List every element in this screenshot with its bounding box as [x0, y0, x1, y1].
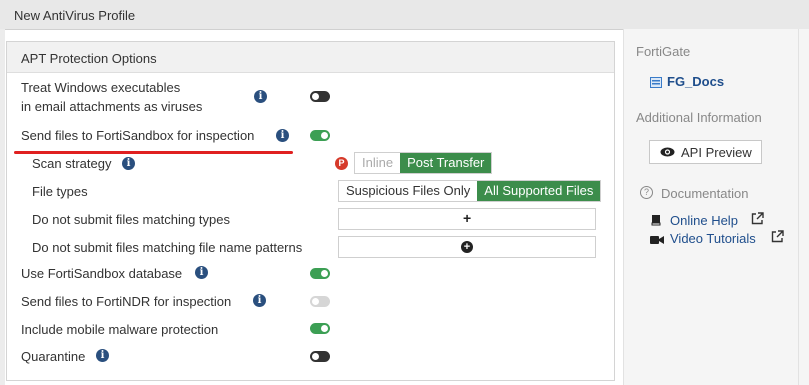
send-fortindr-toggle[interactable]: [310, 296, 330, 307]
add-circle-icon[interactable]: +: [461, 241, 473, 253]
device-name-link[interactable]: FG_Docs: [667, 74, 724, 89]
file-types-suspicious-option[interactable]: Suspicious Files Only: [339, 181, 478, 201]
no-submit-types-field[interactable]: +: [338, 208, 596, 230]
info-icon[interactable]: i: [254, 90, 267, 103]
sidebar-divider: [798, 29, 799, 385]
book-icon: [651, 214, 662, 229]
external-link-icon[interactable]: [751, 212, 764, 228]
external-link-icon[interactable]: [771, 230, 784, 246]
mobile-malware-toggle[interactable]: [310, 323, 330, 334]
video-tutorials-link[interactable]: Video Tutorials: [670, 231, 756, 246]
fortigate-label: FortiGate: [636, 44, 691, 59]
send-fortindr-label: Send files to FortiNDR for inspection: [21, 294, 232, 309]
scan-strategy-post-transfer-option[interactable]: Post Transfer: [400, 153, 492, 173]
add-icon[interactable]: +: [463, 210, 471, 226]
no-submit-patterns-field[interactable]: +: [338, 236, 596, 258]
premium-badge-icon: P: [335, 157, 348, 170]
api-preview-button[interactable]: API Preview: [649, 140, 762, 164]
mobile-malware-label: Include mobile malware protection: [21, 322, 219, 337]
scan-strategy-inline-option[interactable]: Inline: [355, 153, 401, 173]
highlight-underline: [14, 151, 293, 154]
additional-info-label: Additional Information: [636, 110, 762, 125]
window-titlebar: New AntiVirus Profile: [0, 0, 809, 30]
treat-windows-toggle[interactable]: [310, 91, 330, 102]
question-icon: ?: [640, 186, 653, 199]
scan-strategy-selector: Inline Post Transfer: [354, 152, 493, 174]
documentation-label: Documentation: [661, 186, 749, 201]
file-types-label: File types: [32, 184, 88, 199]
treat-windows-label-line1: Treat Windows executables: [21, 80, 181, 95]
device-icon: [650, 76, 662, 88]
scan-strategy-label: Scan strategy: [32, 156, 112, 171]
file-types-selector: Suspicious Files Only All Supported File…: [338, 180, 602, 202]
info-icon[interactable]: i: [96, 349, 109, 362]
treat-windows-label-line2: in email attachments as viruses: [21, 99, 203, 114]
online-help-link[interactable]: Online Help: [670, 213, 738, 228]
eye-icon: [660, 146, 675, 161]
video-icon: [650, 233, 664, 248]
left-shadow: [0, 29, 5, 385]
no-submit-types-label: Do not submit files matching types: [32, 212, 230, 227]
info-icon[interactable]: i: [122, 157, 135, 170]
panel-title: APT Protection Options: [21, 51, 157, 66]
info-icon[interactable]: i: [195, 266, 208, 279]
send-fortisandbox-toggle[interactable]: [310, 130, 330, 141]
info-icon[interactable]: i: [253, 294, 266, 307]
use-fortisandbox-db-label: Use FortiSandbox database: [21, 266, 183, 281]
use-fortisandbox-db-toggle[interactable]: [310, 268, 330, 279]
quarantine-label: Quarantine: [21, 349, 86, 364]
file-types-all-supported-option[interactable]: All Supported Files: [477, 181, 601, 201]
no-submit-patterns-label: Do not submit files matching file name p…: [32, 240, 303, 255]
quarantine-toggle[interactable]: [310, 351, 330, 362]
info-icon[interactable]: i: [276, 129, 289, 142]
window-title: New AntiVirus Profile: [14, 8, 136, 23]
send-fortisandbox-label: Send files to FortiSandbox for inspectio…: [21, 128, 255, 143]
api-preview-label: API Preview: [681, 145, 752, 160]
panel-header: APT Protection Options: [7, 42, 614, 73]
